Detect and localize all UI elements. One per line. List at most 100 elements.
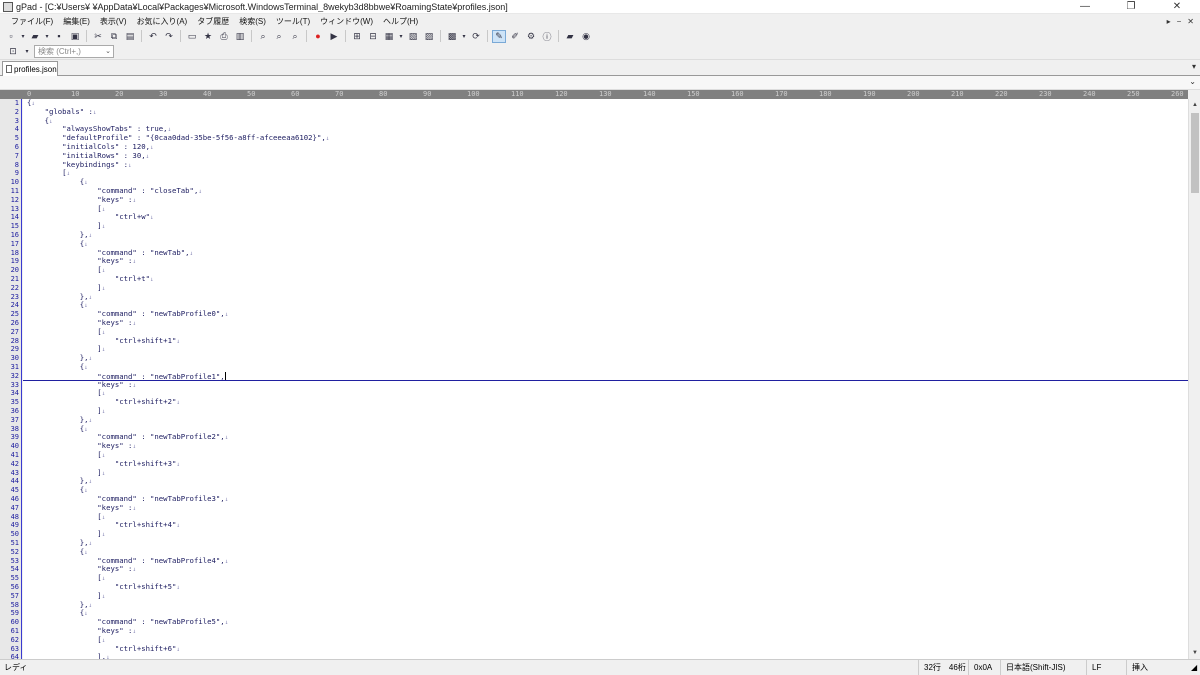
- search-options-dropdown-icon[interactable]: ▾: [24, 45, 30, 58]
- resize-grip-icon[interactable]: ◢: [1186, 660, 1200, 675]
- code-text: "keys" :: [27, 441, 133, 451]
- status-position: 32行 46桁: [918, 659, 968, 675]
- toolbar-separator: [345, 30, 346, 42]
- line-number: 31: [10, 363, 19, 371]
- ruler-tick-label: 70: [335, 90, 344, 98]
- status-char-code: 0x0A: [968, 659, 1000, 675]
- menu-search[interactable]: 検索(S): [234, 16, 271, 27]
- refresh-icon[interactable]: ⟳: [469, 30, 483, 43]
- pen-icon[interactable]: ✐: [508, 30, 522, 43]
- line-number: 21: [10, 275, 19, 283]
- mdi-minimize-icon[interactable]: −: [1177, 17, 1182, 26]
- menu-edit[interactable]: 編集(E): [58, 16, 95, 27]
- menu-favorites[interactable]: お気に入り(A): [132, 16, 193, 27]
- code-text: [: [27, 388, 102, 398]
- new-file-icon[interactable]: ▫: [4, 30, 18, 43]
- options-icon[interactable]: ⚙: [524, 30, 538, 43]
- ruler-tick-label: 130: [599, 90, 612, 98]
- layout-icon[interactable]: ▧: [406, 30, 420, 43]
- restore-button[interactable]: ❐: [1108, 0, 1154, 14]
- new-file-dropdown-icon[interactable]: ▾: [20, 30, 26, 43]
- print-icon[interactable]: ⎙: [217, 30, 231, 43]
- split-window-icon[interactable]: ⊞: [350, 30, 364, 43]
- toolbar-separator: [180, 30, 181, 42]
- close-button[interactable]: ✕: [1154, 0, 1200, 14]
- cut-icon[interactable]: ✂: [91, 30, 105, 43]
- eol-marker-icon: ↓: [132, 504, 137, 512]
- menu-help[interactable]: ヘルプ(H): [378, 16, 423, 27]
- info-icon[interactable]: ⓘ: [540, 30, 554, 43]
- favorite-star-icon[interactable]: ★: [201, 30, 215, 43]
- eol-marker-icon: ↓: [88, 232, 93, 239]
- explorer-icon[interactable]: ▰: [563, 30, 577, 43]
- code-text: "command" : "newTabProfile2",: [27, 432, 225, 442]
- open-dropdown-icon[interactable]: ▾: [44, 30, 50, 43]
- find-next-icon[interactable]: ⌕: [272, 30, 286, 43]
- play-macro-icon[interactable]: ▶: [327, 30, 341, 43]
- web-icon[interactable]: ◉: [579, 30, 593, 43]
- ruler-tick-label: 10: [71, 90, 80, 98]
- eol-marker-icon: ↓: [224, 434, 229, 442]
- mdi-next-icon[interactable]: ▸: [1167, 17, 1171, 26]
- ruler-tick-label: 170: [775, 90, 788, 98]
- highlight-toggle-icon[interactable]: ✎: [492, 29, 506, 43]
- ruler-tick-label: 30: [159, 90, 168, 98]
- ruler-tick-label: 90: [423, 90, 432, 98]
- tab-profiles-json[interactable]: profiles.json: [2, 61, 58, 76]
- window-dropdown-icon[interactable]: ▾: [398, 30, 404, 43]
- folder-icon[interactable]: ▭: [185, 30, 199, 43]
- undo-icon[interactable]: ↶: [146, 30, 160, 43]
- save-icon[interactable]: ▪: [52, 30, 66, 43]
- vertical-scrollbar[interactable]: ▲ ▼: [1188, 99, 1200, 659]
- function-list-dropdown-icon[interactable]: ⌄: [1189, 77, 1196, 86]
- line-number: 34: [10, 389, 19, 398]
- scrollbar-thumb[interactable]: [1191, 113, 1199, 193]
- minimize-button[interactable]: —: [1062, 0, 1108, 14]
- line-number: 9: [14, 169, 19, 178]
- line-number: 16: [10, 231, 19, 239]
- mdi-close-icon[interactable]: ✕: [1187, 17, 1194, 26]
- compare-icon[interactable]: ▨: [422, 30, 436, 43]
- paste-icon[interactable]: ▤: [123, 30, 137, 43]
- menu-window[interactable]: ウィンドウ(W): [315, 16, 378, 27]
- find-icon[interactable]: ⌕: [256, 30, 270, 43]
- menu-tab-history[interactable]: タブ履歴: [192, 16, 234, 27]
- print-preview-icon[interactable]: ▥: [233, 30, 247, 43]
- line-number: 30: [10, 354, 19, 363]
- menu-view[interactable]: 表示(V): [95, 16, 132, 27]
- eol-marker-icon: ↓: [101, 223, 106, 231]
- code-text: {: [27, 546, 85, 556]
- tab-label: profiles.json: [14, 64, 57, 74]
- line-number: 50: [10, 530, 19, 539]
- scroll-down-icon[interactable]: ▼: [1189, 647, 1200, 659]
- open-folder-icon[interactable]: ▰: [28, 30, 42, 43]
- cascade-window-icon[interactable]: ▦: [382, 30, 396, 43]
- text-editor[interactable]: {↓ "globals" :↓ {↓ "alwaysShowTabs" : tr…: [23, 99, 1188, 659]
- bookmark-dropdown-icon[interactable]: ▾: [461, 30, 467, 43]
- eol-marker-icon: ↓: [84, 364, 88, 371]
- scroll-up-icon[interactable]: ▲: [1189, 99, 1200, 111]
- eol-marker-icon: ↓: [325, 135, 330, 143]
- tile-window-icon[interactable]: ⊟: [366, 30, 380, 43]
- redo-icon[interactable]: ↷: [162, 30, 176, 43]
- save-all-icon[interactable]: ▣: [68, 30, 82, 43]
- line-number: 56: [10, 583, 19, 591]
- eol-marker-icon: ↓: [101, 284, 106, 292]
- copy-icon[interactable]: ⧉: [107, 30, 121, 43]
- status-ready: レディ: [4, 662, 28, 672]
- tab-list-dropdown-icon[interactable]: ▾: [1192, 62, 1196, 71]
- search-input[interactable]: 検索 (Ctrl+,) ⌄: [34, 45, 114, 58]
- eol-marker-icon: ↓: [176, 522, 180, 530]
- code-text: {: [27, 177, 85, 187]
- bookmark-icon[interactable]: ▩: [445, 30, 459, 43]
- menu-file[interactable]: ファイル(F): [6, 16, 58, 27]
- search-options-icon[interactable]: ⊡: [6, 45, 20, 58]
- line-number: 46: [10, 495, 19, 503]
- menu-tools[interactable]: ツール(T): [271, 16, 315, 27]
- find-prev-icon[interactable]: ⌕: [288, 30, 302, 43]
- eol-marker-icon: ↓: [132, 258, 137, 266]
- code-line: {↓: [27, 362, 88, 372]
- eol-marker-icon: ↓: [150, 214, 154, 222]
- record-macro-icon[interactable]: ●: [311, 30, 325, 43]
- search-dropdown-icon[interactable]: ⌄: [105, 46, 111, 57]
